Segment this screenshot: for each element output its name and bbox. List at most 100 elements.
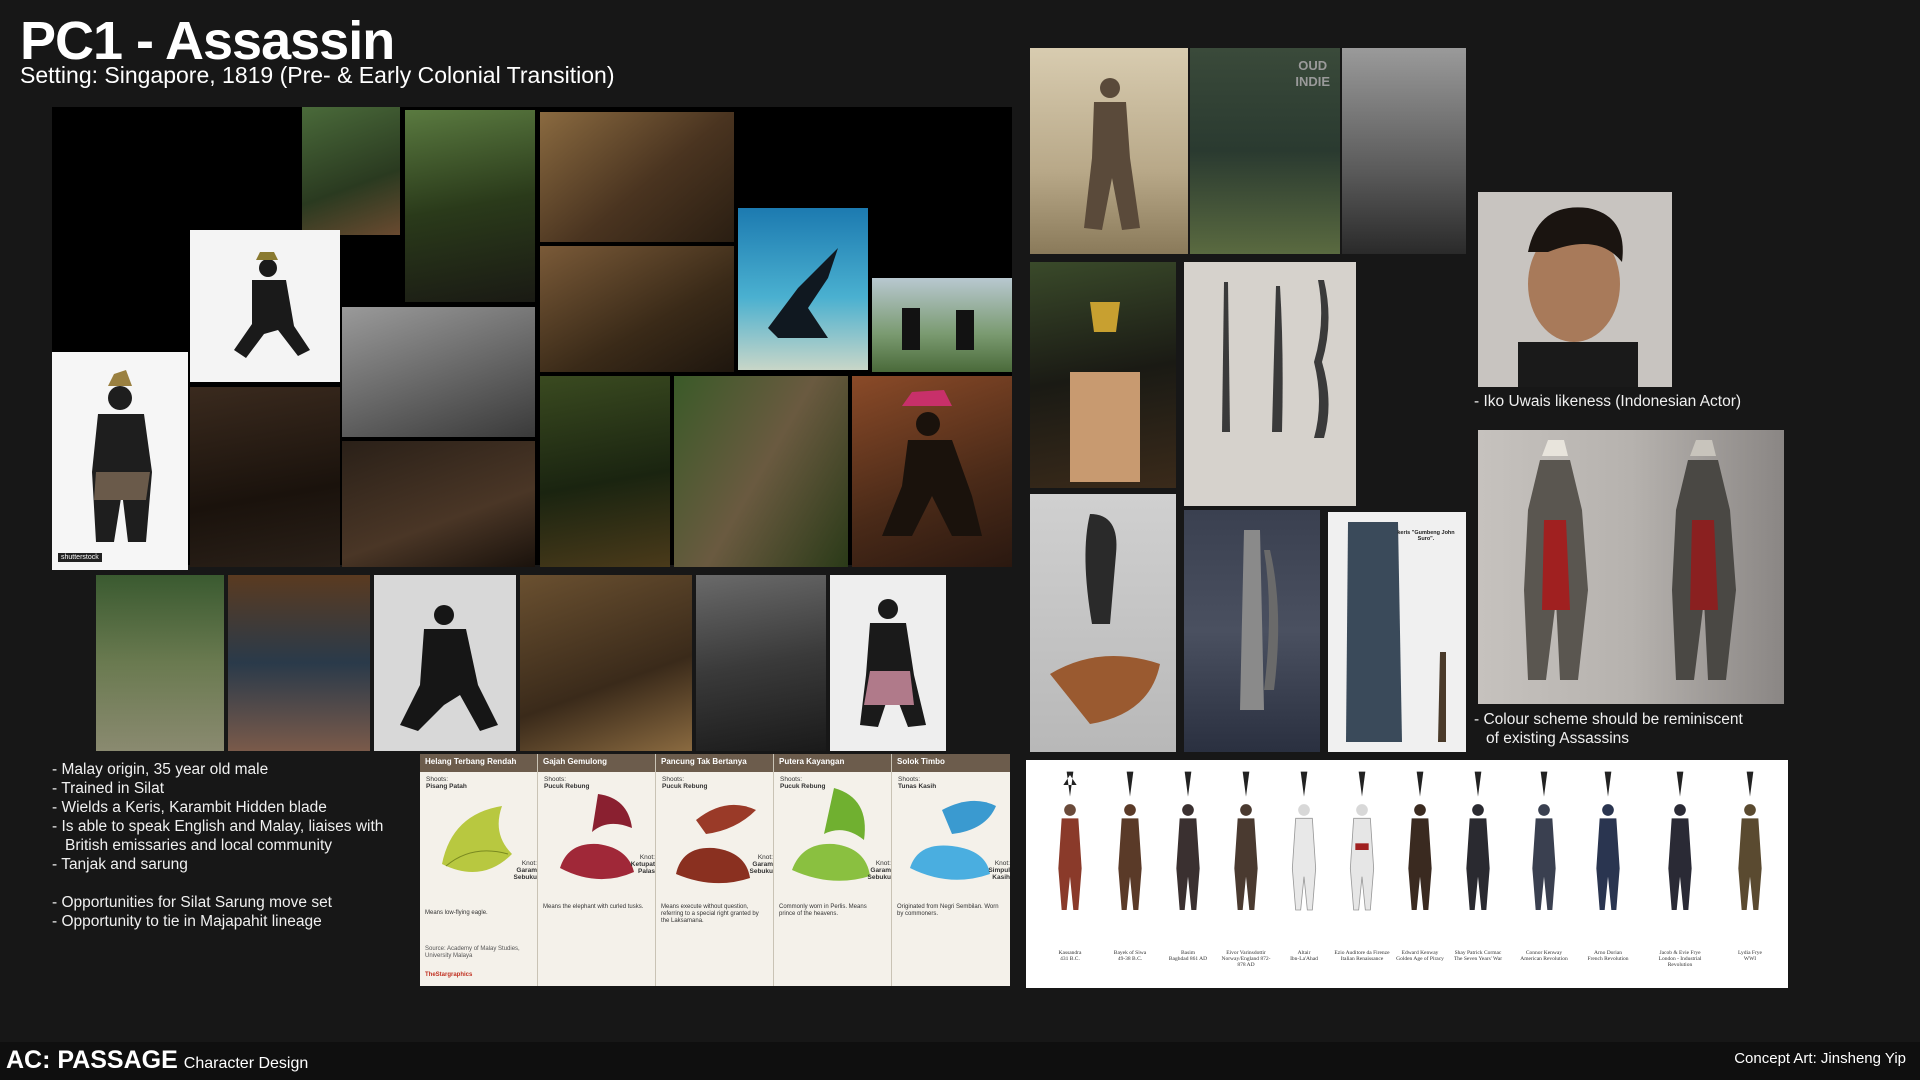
note-spacer: [52, 874, 383, 893]
silat-photo-4: [190, 230, 340, 382]
figure-era: Ibn-La'Ahad: [1290, 956, 1318, 962]
tanjak-column: Solok Timbo Shoots: Tunas Kasih Knot: Si…: [892, 754, 1010, 986]
tanjak-illustration: [676, 804, 756, 884]
character-notes: - Malay origin, 35 year old male - Train…: [52, 760, 383, 931]
shoots-value: Pisang Patah: [426, 783, 467, 790]
tanjak-infographic: Helang Terbang Rendah Shoots: Pisang Pat…: [420, 754, 1010, 986]
lineup-figure: Shay Patrick Cormac The Seven Years' War: [1454, 760, 1502, 988]
note-item: British emissaries and local community: [65, 837, 333, 854]
tanjak-desc: Commonly worn in Perlis. Means prince of…: [779, 904, 867, 917]
knot-label: Knot:: [994, 860, 1010, 867]
note-item: - Opportunity to tie in Majapahit lineag…: [52, 913, 322, 930]
shoots-label: Shoots:: [780, 776, 803, 783]
shoots-value: Pucuk Rebung: [662, 783, 708, 790]
silat-photo-5: [540, 246, 734, 372]
tanjak-column: Helang Terbang Rendah Shoots: Pisang Pat…: [420, 754, 538, 986]
colour-caption-2: of existing Assassins: [1486, 730, 1630, 747]
tanjak-desc: Means the elephant with curled tusks.: [543, 904, 644, 910]
tanjak-illustration: [560, 794, 634, 880]
red-tanjak-photo: [852, 376, 1012, 567]
keris-blade-photo: [1184, 510, 1320, 752]
portrait-photo-1: [96, 575, 224, 751]
assassin-colour-reference: [1478, 430, 1784, 704]
tanjak-name: Putera Kayangan: [774, 754, 891, 772]
silat-photo-3: [540, 112, 734, 242]
brand-subtitle: Character Design: [183, 1055, 309, 1072]
tanjak-name: Solok Timbo: [892, 754, 1010, 772]
shutterstock-photo: shutterstock: [52, 352, 188, 570]
tanjak-column: Putera Kayangan Shoots: Pucuk Rebung Kno…: [774, 754, 892, 986]
watermark-oud: OUD: [1298, 58, 1328, 73]
watermark-indie: INDIE: [1295, 74, 1330, 89]
lineup-figure: Arno Dorian French Revolution: [1584, 760, 1632, 988]
figure-era: Baghdad 861 AD: [1168, 956, 1208, 962]
jungle-photo-1: [540, 376, 670, 567]
tanjak-desc: Originated from Negri Sembilan. Worn by …: [897, 904, 999, 917]
silat-photo-6: [190, 387, 340, 567]
keris-hilt-photo: [1030, 494, 1176, 752]
keris-blades-photo: [1184, 262, 1356, 506]
tanjak-column: Gajah Gemulong Shoots: Pucuk Rebung Knot…: [538, 754, 656, 986]
portrait-photo-4: [520, 575, 692, 751]
tree-climb-photo: [674, 376, 848, 567]
lineup-figure: Kassandra 431 B.C.: [1046, 760, 1094, 988]
keris-closeup-photo: keris "Gumbeng John Suro".: [1328, 512, 1466, 752]
knot-value: Garam Sebuku: [867, 867, 891, 881]
note-item: - Opportunities for Silat Sarung move se…: [52, 894, 332, 911]
figure-era: Norway/England 872-878 AD: [1221, 956, 1271, 968]
page-subtitle: Setting: Singapore, 1819 (Pre- & Early C…: [20, 62, 615, 88]
shoots-value: Tunas Kasih: [898, 783, 937, 790]
shoots-label: Shoots:: [426, 776, 449, 783]
tanjak-name: Pancung Tak Bertanya: [656, 754, 773, 772]
knot-label: Knot:: [521, 860, 537, 867]
lineup-figure: Altair Ibn-La'Ahad: [1280, 760, 1328, 988]
figure-era: 431 B.C.: [1060, 956, 1080, 962]
lineup-figure: Lydia Frye WWI: [1726, 760, 1774, 988]
shoots-label: Shoots:: [898, 776, 921, 783]
note-item: - Wields a Keris, Karambit Hidden blade: [52, 799, 327, 816]
colour-caption-1: - Colour scheme should be reminiscent: [1474, 711, 1743, 728]
shutterstock-watermark: shutterstock: [58, 553, 102, 562]
lineup-figure: Ezio Auditore da Firenze Italian Renaissa…: [1334, 760, 1390, 988]
figure-era: American Revolution: [1520, 956, 1568, 962]
historical-photo-2: OUD INDIE: [1190, 48, 1340, 254]
underwater-photo: [738, 208, 868, 370]
historical-photo-3: [1342, 48, 1466, 254]
tanjak-source: Source: Academy of Malay Studies, Univer…: [425, 946, 520, 959]
lineup-figure: Bayek of Siwa 49-38 B.C.: [1106, 760, 1154, 988]
knot-value: Garam Sebuku: [749, 861, 773, 875]
knot-label: Knot:: [757, 854, 773, 861]
lineup-figure: Basim Baghdad 861 AD: [1164, 760, 1212, 988]
tanjak-name: Gajah Gemulong: [538, 754, 655, 772]
knot-value: Simpul Kasih: [988, 867, 1010, 881]
figure-era: Italian Renaissance: [1340, 956, 1384, 962]
note-item: - Trained in Silat: [52, 780, 164, 797]
shoots-label: Shoots:: [662, 776, 685, 783]
keris-note-title: keris "Gumbeng John Suro".: [1397, 530, 1455, 542]
footer-credit: Concept Art: Jinsheng Yip: [1734, 1050, 1906, 1067]
portrait-photo-2: [228, 575, 370, 751]
knot-value: Garam Sebuku: [513, 867, 537, 881]
lineup-figure: Eivor Varinsdottir Norway/England 872-878…: [1221, 760, 1271, 988]
knot-label: Knot:: [639, 854, 655, 861]
oud-indie-watermark: OUD INDIE: [1295, 58, 1330, 90]
portrait-photo-6: [830, 575, 946, 751]
tanjak-desc: Means execute without question, referrin…: [661, 904, 759, 924]
figure-era: Golden Age of Piracy: [1396, 956, 1444, 962]
temple-kick-photo: [342, 307, 535, 437]
silat-duo-photo: [872, 278, 1012, 372]
note-item: - Is able to speak English and Malay, li…: [52, 818, 384, 835]
silat-photo-1: [302, 107, 400, 235]
lineup-figure: Connor Kenway American Revolution: [1520, 760, 1568, 988]
lineup-figure: Jacob & Evie Frye London - Industrial Rev…: [1656, 760, 1704, 988]
tanjak-name: Helang Terbang Rendah: [420, 754, 537, 772]
portrait-photo-3: [374, 575, 516, 751]
figure-era: WWI: [1743, 956, 1757, 962]
tanjak-brand: TheStargraphics: [425, 972, 473, 978]
assassin-lineup: Kassandra 431 B.C. Bayek of Siwa 49-38 B.C…: [1026, 760, 1788, 988]
historical-illustration-1: [1030, 48, 1188, 254]
actor-portrait: [1478, 192, 1672, 387]
note-item: - Malay origin, 35 year old male: [52, 761, 269, 778]
figure-era: 49-38 B.C.: [1117, 956, 1143, 962]
figure-era: The Seven Years' War: [1453, 956, 1503, 962]
